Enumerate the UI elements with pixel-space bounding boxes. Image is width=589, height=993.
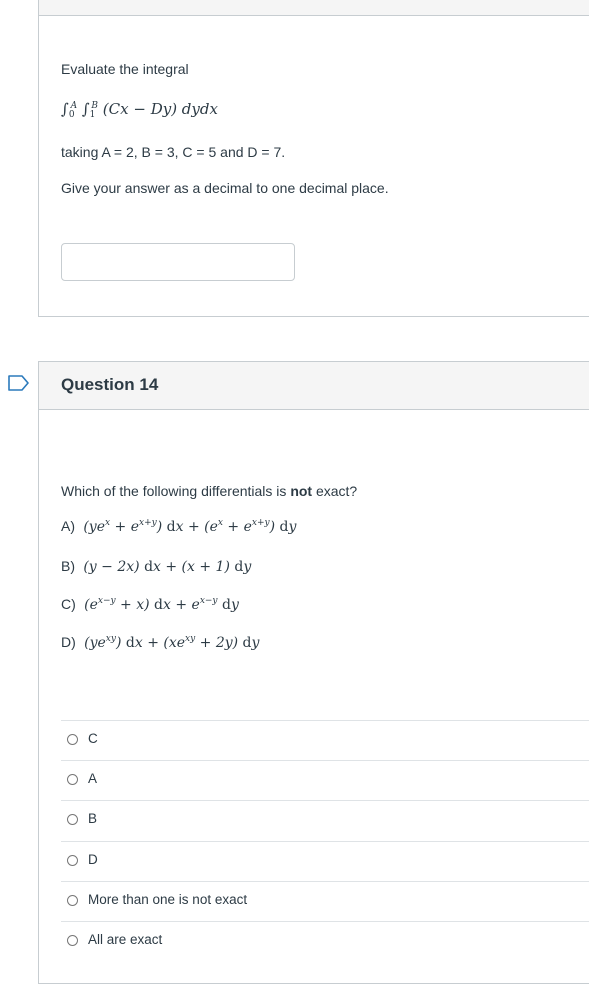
answer-choice-row[interactable]: C: [61, 720, 589, 761]
radio-unchecked-icon[interactable]: [67, 935, 78, 946]
answer-choice-label[interactable]: More than one is not exact: [88, 892, 247, 907]
option-d-expression: D) (yexy) dx + (xexy + 2y) dy: [61, 634, 260, 651]
option-a-expression: A) (yex + ex+y) dx + (ex + ex+y) dy: [61, 518, 297, 535]
previous-question-card: Evaluate the integral ∫0A ∫1B (Cx − Dy) …: [38, 0, 589, 317]
answer-choice-row[interactable]: A: [61, 760, 589, 801]
radio-unchecked-icon[interactable]: [67, 855, 78, 866]
answer-choice-label[interactable]: B: [88, 811, 97, 826]
answer-choice-row[interactable]: More than one is not exact: [61, 881, 589, 922]
question-header: Question 14: [39, 362, 589, 410]
answer-choice-label[interactable]: A: [88, 771, 97, 786]
answer-input[interactable]: [61, 243, 295, 281]
previous-question-header: [39, 0, 589, 16]
question-prompt: Which of the following differentials is …: [61, 483, 358, 499]
answer-choice-row[interactable]: All are exact: [61, 921, 589, 962]
option-b-expression: B) (y − 2x) dx + (x + 1) dy: [61, 558, 252, 575]
question-14-card: Question 14 Which of the following diffe…: [38, 361, 589, 984]
flag-outline-icon[interactable]: [7, 375, 31, 391]
radio-unchecked-icon[interactable]: [67, 814, 78, 825]
integral-expression: ∫0A ∫1B (Cx − Dy) dydx: [61, 100, 218, 120]
answer-choice-row[interactable]: B: [61, 800, 589, 841]
radio-unchecked-icon[interactable]: [67, 734, 78, 745]
option-c-expression: C) (ex−y + x) dx + ex−y dy: [61, 596, 239, 613]
given-values: taking A = 2, B = 3, C = 5 and D = 7.: [61, 144, 286, 160]
answer-choice-label[interactable]: All are exact: [88, 932, 162, 947]
answer-choice-label[interactable]: D: [88, 852, 98, 867]
answer-instruction: Give your answer as a decimal to one dec…: [61, 180, 389, 196]
answer-choice-row[interactable]: D: [61, 841, 589, 882]
question-title: Question 14: [61, 375, 159, 394]
question-prompt: Evaluate the integral: [61, 61, 189, 77]
answer-choice-label[interactable]: C: [88, 731, 98, 746]
radio-unchecked-icon[interactable]: [67, 895, 78, 906]
radio-unchecked-icon[interactable]: [67, 774, 78, 785]
